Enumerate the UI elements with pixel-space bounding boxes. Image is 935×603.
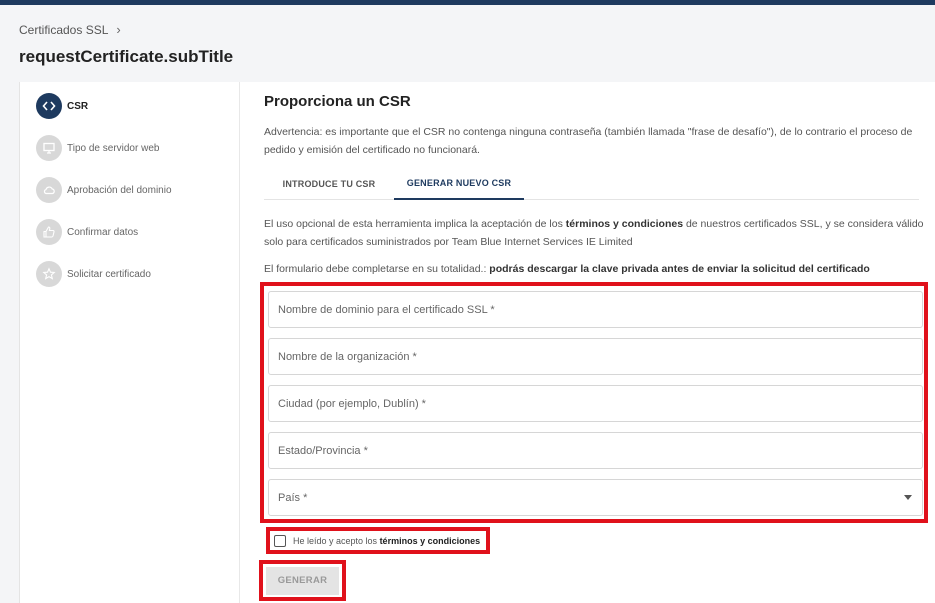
step-label: CSR: [67, 100, 89, 112]
checkbox-terms-link[interactable]: términos y condiciones: [380, 536, 481, 546]
chevron-right-icon: ›: [116, 22, 121, 37]
generate-button[interactable]: GENERAR: [266, 566, 339, 595]
breadcrumb: Certificados SSL ›: [19, 22, 121, 37]
domain-name-field[interactable]: Nombre de dominio para el certificado SS…: [268, 291, 923, 328]
tab-generar-csr[interactable]: GENERAR NUEVO CSR: [394, 168, 524, 200]
field-placeholder: Nombre de la organización *: [278, 350, 417, 363]
terms-text: El uso opcional de esta herramienta impl…: [264, 218, 566, 230]
terms-checkbox-label: He leído y acepto los términos y condici…: [293, 536, 480, 546]
csr-form-highlight: Nombre de dominio para el certificado SS…: [260, 282, 928, 523]
field-placeholder: Estado/Provincia *: [278, 444, 368, 457]
breadcrumb-item-ssl[interactable]: Certificados SSL: [19, 23, 108, 37]
steps-sidebar: CSR Tipo de servidor web Aprobación del …: [20, 82, 240, 603]
section-title: Proporciona un CSR: [264, 93, 411, 110]
step-confirmar-datos[interactable]: Confirmar datos: [36, 219, 138, 245]
organization-field[interactable]: Nombre de la organización *: [268, 338, 923, 375]
requirement-text: El formulario debe completarse en su tot…: [264, 263, 490, 275]
city-field[interactable]: Ciudad (por ejemplo, Dublín) *: [268, 385, 923, 422]
country-select[interactable]: País *: [268, 479, 923, 516]
terms-checkbox[interactable]: [274, 534, 286, 547]
step-label: Solicitar certificado: [67, 268, 151, 280]
tab-introduce-csr[interactable]: INTRODUCE TU CSR: [264, 168, 394, 200]
step-solicitar-certificado[interactable]: Solicitar certificado: [36, 261, 151, 287]
top-bar: [0, 0, 935, 5]
step-aprobacion-dominio[interactable]: Aprobación del dominio: [36, 177, 172, 203]
checkbox-text: He leído y acepto los: [293, 535, 380, 546]
monitor-icon: [36, 135, 62, 161]
star-icon: [36, 261, 62, 287]
form-requirement: El formulario debe completarse en su tot…: [264, 263, 924, 275]
code-icon: [36, 93, 62, 119]
field-placeholder: Nombre de dominio para el certificado SS…: [278, 303, 495, 316]
csr-warning: Advertencia: es importante que el CSR no…: [264, 126, 913, 156]
csr-tabs: INTRODUCE TU CSR GENERAR NUEVO CSR: [264, 168, 919, 200]
state-province-field[interactable]: Estado/Provincia *: [268, 432, 923, 469]
thumbs-up-icon: [36, 219, 62, 245]
field-placeholder: País *: [278, 491, 308, 504]
field-placeholder: Ciudad (por ejemplo, Dublín) *: [278, 397, 426, 410]
step-label: Confirmar datos: [67, 226, 139, 238]
terms-checkbox-highlight: He leído y acepto los términos y condici…: [266, 527, 490, 554]
caret-down-icon: [904, 495, 912, 500]
step-tipo-servidor[interactable]: Tipo de servidor web: [36, 135, 159, 161]
wizard-card: CSR Tipo de servidor web Aprobación del …: [19, 82, 935, 603]
requirement-bold: podrás descargar la clave privada antes …: [489, 263, 870, 275]
cloud-icon: [36, 177, 62, 203]
page-title: requestCertificate.subTitle: [19, 47, 234, 66]
terms-notice: El uso opcional de esta herramienta impl…: [264, 215, 924, 251]
generate-button-highlight: GENERAR: [259, 560, 346, 601]
step-csr[interactable]: CSR: [36, 93, 88, 119]
terms-link[interactable]: términos y condiciones: [566, 218, 683, 230]
step-label: Tipo de servidor web: [67, 142, 160, 154]
step-label: Aprobación del dominio: [67, 184, 172, 196]
